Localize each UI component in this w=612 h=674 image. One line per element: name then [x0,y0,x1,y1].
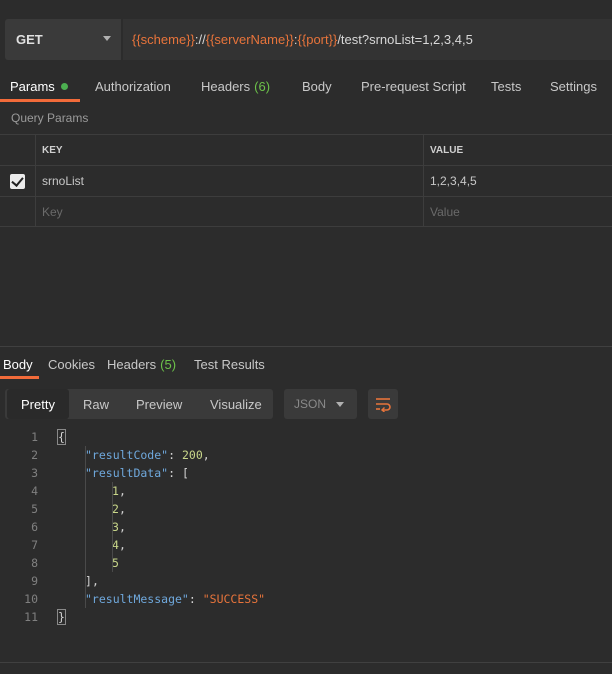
tab-test-results[interactable]: Test Results [194,350,265,379]
url-variable: {{port}} [297,32,338,47]
tab-cookies[interactable]: Cookies [48,350,95,379]
key-column-header: KEY [36,135,424,165]
chevron-down-icon [103,36,111,41]
response-body-viewer[interactable]: 1{2 "resultCode": 200, 3 "resultData": [4 1,… [0,428,612,626]
url-variable: {{serverName}} [205,32,294,47]
line-number: 6 [31,520,38,534]
request-tabs: Params Authorization Headers (6) Body Pr… [0,70,612,102]
table-header-row: KEY VALUE [0,134,612,165]
tab-test-results-label: Test Results [194,357,265,372]
code-line: 10 "resultMessage": "SUCCESS" [0,590,612,608]
tab-body[interactable]: Body [302,70,332,102]
new-value-input[interactable]: Value [424,197,612,226]
wrap-lines-button[interactable] [368,389,398,419]
line-number: 8 [31,556,38,570]
preview-button[interactable]: Preview [136,389,182,419]
raw-button[interactable]: Raw [83,389,109,419]
code-line: 3 "resultData": [ [0,464,612,482]
tab-headers-label: Headers [201,78,251,94]
wrap-lines-icon [376,398,391,412]
param-key-cell[interactable]: srnoList [36,166,424,196]
tab-settings[interactable]: Settings [550,70,597,102]
table-row-empty: Key Value [0,196,612,227]
visualize-button[interactable]: Visualize [210,389,262,419]
code-text: } [57,609,66,625]
line-number: 2 [31,448,38,462]
line-number: 1 [31,430,38,444]
tab-pre-request-script[interactable]: Pre-request Script [361,70,466,102]
new-key-input[interactable]: Key [36,197,424,226]
line-number: 4 [31,484,38,498]
line-number: 9 [31,574,38,588]
url-variable: {{scheme}} [132,32,195,47]
code-line: 2 "resultCode": 200, [0,446,612,464]
status-dot-icon [60,82,68,90]
format-label: JSON [294,397,327,411]
code-line: 4 1, [0,482,612,500]
code-text: { [57,429,66,445]
line-number: 10 [24,592,38,606]
empty-checkbox-cell [0,197,36,226]
code-line: 9], [0,572,612,590]
footer-divider [0,662,612,663]
indent-guide [112,482,113,572]
checkbox-checked-icon[interactable] [10,173,25,189]
code-text: "resultData": [ [85,466,189,480]
tab-settings-label: Settings [550,78,597,94]
line-number: 7 [31,538,38,552]
line-number: 11 [24,610,38,624]
chevron-down-icon [336,402,344,407]
tab-body-label: Body [302,78,332,94]
tab-headers-count: (6) [254,78,271,94]
row-checkbox-cell [0,166,36,196]
code-line: 1{ [0,428,612,446]
code-text: 5 [112,556,119,570]
indent-guide [85,446,86,608]
code-line: 5 2, [0,500,612,518]
tab-cookies-label: Cookies [48,357,95,372]
method-select[interactable]: GET [5,19,121,60]
tab-tests-label: Tests [491,78,522,94]
query-params-heading: Query Params [11,111,89,125]
tab-response-headers-count: (5) [160,357,177,372]
tab-tests[interactable]: Tests [491,70,521,102]
param-value-cell[interactable]: 1,2,3,4,5 [424,166,612,196]
url-input[interactable]: {{scheme}}://{{serverName}}: {{port}}/tes… [123,19,612,60]
table-row: srnoList 1,2,3,4,5 [0,165,612,196]
view-mode-bar: Pretty Raw Preview Visualize [5,389,273,419]
tab-response-headers-label: Headers [107,357,157,372]
method-label: GET [16,32,43,47]
code-text: "resultCode": 200, [85,448,210,462]
tab-response-body-label: Body [3,357,33,372]
tab-response-headers[interactable]: Headers (5) [107,350,176,379]
header-checkbox-cell [0,135,36,165]
tab-headers[interactable]: Headers (6) [201,70,270,102]
pretty-button[interactable]: Pretty [7,389,69,419]
code-text: ], [85,574,99,588]
tab-authorization-label: Authorization [95,78,171,94]
url-text: :// [194,32,206,47]
tab-response-body[interactable]: Body [0,350,39,379]
tab-pre-request-script-label: Pre-request Script [361,78,466,94]
query-params-table: KEY VALUE srnoList 1,2,3,4,5 Key Value [0,134,612,227]
format-select[interactable]: JSON [284,389,357,419]
value-column-header: VALUE [430,144,464,156]
line-number: 5 [31,502,38,516]
code-text: "resultMessage": "SUCCESS" [85,592,266,606]
tab-params[interactable]: Params [0,70,80,102]
line-number: 3 [31,466,38,480]
url-text: /test?srnoList=1,2,3,4,5 [337,32,473,47]
pane-divider[interactable] [0,346,612,347]
code-line: 6 3, [0,518,612,536]
tab-params-label: Params [10,78,55,94]
code-line: 11} [0,608,612,626]
code-line: 7 4, [0,536,612,554]
url-bar: GET {{scheme}}://{{serverName}}: {{port}}… [5,19,612,60]
code-line: 85 [0,554,612,572]
tab-authorization[interactable]: Authorization [95,70,171,102]
